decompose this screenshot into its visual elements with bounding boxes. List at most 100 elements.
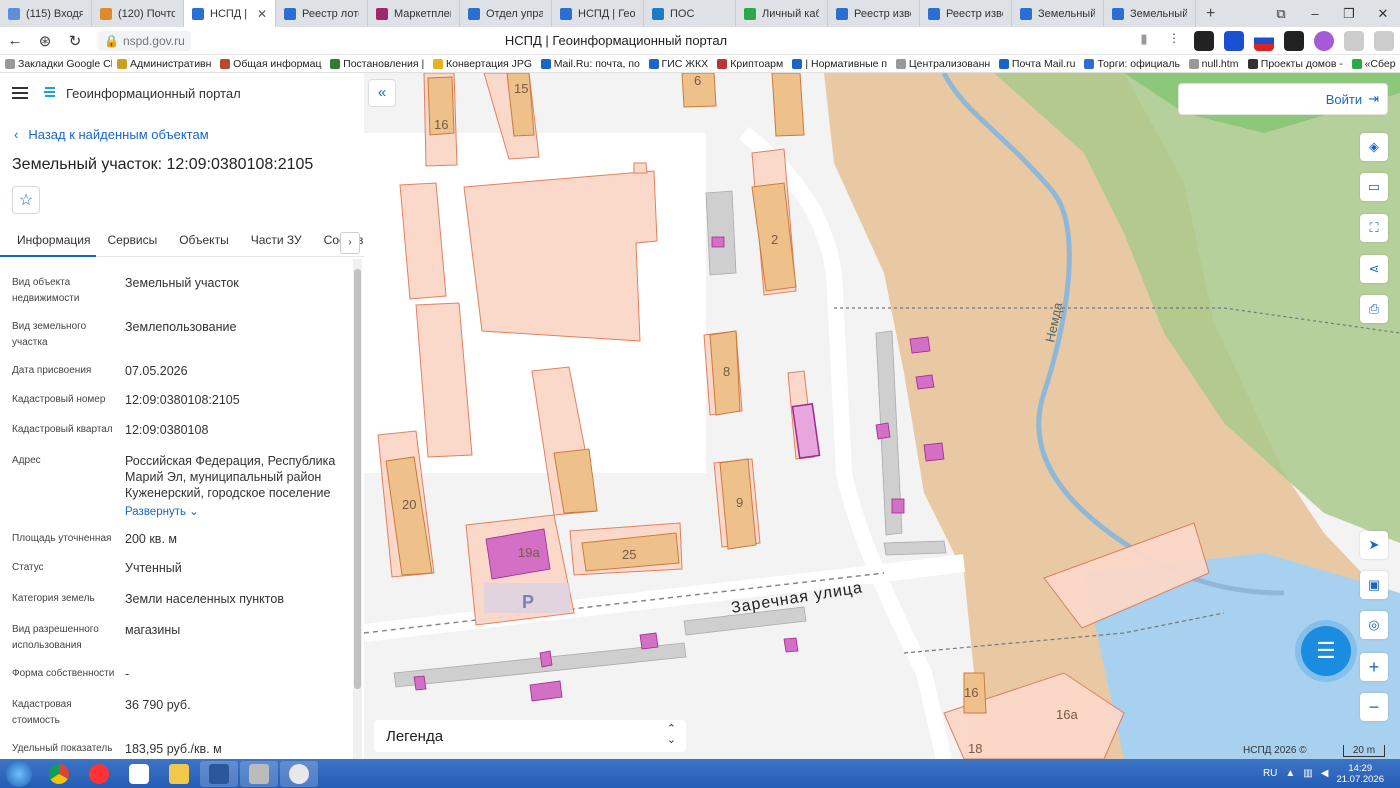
share-icon[interactable]: ⋖ (1360, 255, 1388, 283)
building-number: 19а (518, 545, 540, 560)
panel-tabs: Информация Сервисы Объекты Части ЗУ Сост… (0, 229, 364, 257)
browser-tab[interactable]: Личный каб (736, 0, 828, 27)
app-taskbar-icon[interactable] (240, 760, 278, 787)
expand-link[interactable]: Развернуть ⌄ (125, 504, 345, 520)
ext-yandex-icon[interactable] (1224, 31, 1244, 51)
bookmark-item[interactable]: Проекты домов - (1243, 58, 1347, 70)
system-tray: RU ▲ ▥ ◀ 14:29 21.07.2026 (1263, 759, 1400, 788)
favorite-star-icon[interactable]: ☆ (12, 186, 40, 214)
tabs-scroll-right-icon[interactable]: › (340, 232, 360, 254)
pin-icon[interactable]: ◎ (1360, 611, 1388, 639)
browser-tab[interactable]: ПОС (644, 0, 736, 27)
menu-dots-icon[interactable]: ⋮ (1164, 31, 1184, 51)
ext-shield-icon[interactable] (1344, 31, 1364, 51)
chat-icon[interactable]: ☰ (1301, 626, 1351, 676)
bookmark-item[interactable]: Криптоарм (712, 58, 787, 70)
tab-objects[interactable]: Объекты (168, 229, 240, 257)
bookmark-item[interactable]: Почта Mail.ru (994, 58, 1080, 70)
area-select-icon[interactable]: ⛶ (1360, 214, 1388, 242)
paint-taskbar-icon[interactable] (280, 760, 318, 787)
bookmark-item[interactable]: Закладки Google Ch (0, 58, 112, 70)
chrome-taskbar-icon[interactable] (40, 761, 78, 787)
zoom-out-icon[interactable]: − (1360, 693, 1388, 721)
browser-tab[interactable]: (120) Почтов (92, 0, 184, 27)
yandex2-taskbar-icon[interactable] (120, 761, 158, 787)
tab-label: Реестр изве (854, 7, 911, 20)
legend-toggle[interactable]: Легенда ⌃ ⌄ (374, 720, 686, 752)
close-window-button[interactable]: ✕ (1366, 6, 1400, 22)
browser-tab[interactable]: Реестр изве (828, 0, 920, 27)
browser-tab[interactable]: (115) Входящ (0, 0, 92, 27)
bookmark-icon[interactable]: ▮ (1134, 31, 1154, 51)
bookmark-item[interactable]: | Нормативные п (787, 58, 891, 70)
locate-icon[interactable]: ➤ (1360, 531, 1388, 559)
tab-services[interactable]: Сервисы (96, 229, 168, 257)
attr-label: Статус (12, 562, 44, 573)
tab-search-icon[interactable]: ⧉ (1264, 6, 1298, 22)
browser-tab[interactable]: НСПД | Геои (552, 0, 644, 27)
page-title: НСПД | Геоинформационный портал (504, 33, 728, 48)
tray-arrow-icon[interactable]: ▲ (1285, 768, 1295, 779)
clock[interactable]: 14:29 21.07.2026 (1336, 763, 1384, 785)
tab-info[interactable]: Информация (0, 229, 97, 257)
tab-parts[interactable]: Части ЗУ (240, 229, 313, 257)
scrollbar-thumb[interactable] (354, 269, 361, 689)
bookmark-item[interactable]: Постановления | (325, 58, 428, 70)
parking-label: P (522, 592, 534, 612)
minimize-button[interactable]: – (1298, 6, 1332, 21)
bookmark-label: Постановления | (343, 57, 425, 70)
restore-button[interactable]: ❐ (1332, 6, 1366, 22)
ext-kontur-icon[interactable] (1194, 31, 1214, 51)
tab-label: Личный каб (762, 7, 819, 20)
bookmark-item[interactable]: Торги: официаль (1079, 58, 1183, 70)
browser-tab[interactable]: Маркетплей (368, 0, 460, 27)
bookmark-item[interactable]: Административн (112, 58, 215, 70)
browser-tab[interactable]: Реестр изве (920, 0, 1012, 27)
print-icon[interactable]: ⎙ (1360, 295, 1388, 323)
menu-icon[interactable] (12, 87, 28, 99)
minimap-icon[interactable]: ▣ (1360, 571, 1388, 599)
zoom-in-icon[interactable]: + (1360, 653, 1388, 681)
map-view[interactable]: Немда P 15 16 6 2 8 9 20 19а 25 16 16а 1… (364, 73, 1400, 759)
yandex-taskbar-icon[interactable] (80, 761, 118, 787)
bookmark-item[interactable]: Конвертация JPG (428, 58, 536, 70)
bookmark-item[interactable]: Централизованн (891, 58, 994, 70)
bookmark-item[interactable]: null.htm (1184, 58, 1243, 70)
legend-label: Легенда (386, 727, 444, 745)
ruler-icon[interactable]: ▭ (1360, 173, 1388, 201)
clock-time: 14:29 (1348, 762, 1373, 774)
browser-tab[interactable]: Отдел управ (460, 0, 552, 27)
bookmark-favicon-icon (895, 58, 906, 69)
map-canvas[interactable]: Немда P 15 16 6 2 8 9 20 19а 25 16 16а 1… (364, 73, 1400, 759)
bookmark-item[interactable]: Mail.Ru: почта, по (536, 58, 644, 70)
profile-icon[interactable] (1374, 31, 1394, 51)
ext-circle-icon[interactable] (1314, 31, 1334, 51)
bookmark-item[interactable]: ГИС ЖКХ (644, 58, 713, 70)
network-icon[interactable]: ▥ (1303, 768, 1312, 779)
attr-label: Удельный показатель (12, 743, 113, 754)
browser-tab[interactable]: Реестр лото (276, 0, 368, 27)
building-number: 25 (622, 547, 636, 562)
start-button[interactable] (0, 759, 38, 788)
bookmark-item[interactable]: Общая информац (215, 58, 325, 70)
bookmark-item[interactable]: «Сбер (1347, 58, 1400, 70)
language-indicator[interactable]: RU (1263, 768, 1277, 779)
browser-tab[interactable]: Земельный у (1104, 0, 1196, 27)
clock-date: 21.07.2026 (1336, 773, 1384, 785)
ext-flag-icon[interactable] (1254, 31, 1274, 51)
layers-icon[interactable]: ◈ (1360, 133, 1388, 161)
login-button[interactable]: Войти ⇥ (1178, 83, 1388, 115)
word-taskbar-icon[interactable] (200, 760, 238, 787)
close-tab-icon[interactable]: ✕ (257, 7, 267, 21)
browser-tab[interactable]: Земельный у (1012, 0, 1104, 27)
back-to-results-link[interactable]: ‹ Назад к найденным объектам (14, 127, 209, 142)
new-tab-button[interactable]: + (1196, 5, 1225, 23)
browser-tab[interactable]: НСПД | Ге ✕ (184, 0, 276, 27)
tab-favicon-icon (284, 7, 296, 20)
collapse-panel-icon[interactable]: « (368, 79, 396, 107)
ext-kontur2-icon[interactable] (1284, 31, 1304, 51)
panel-scrollbar[interactable] (353, 259, 362, 759)
volume-icon[interactable]: ◀ (1321, 768, 1329, 779)
tab-label: Реестр лото (302, 7, 359, 20)
explorer-taskbar-icon[interactable] (160, 761, 198, 787)
